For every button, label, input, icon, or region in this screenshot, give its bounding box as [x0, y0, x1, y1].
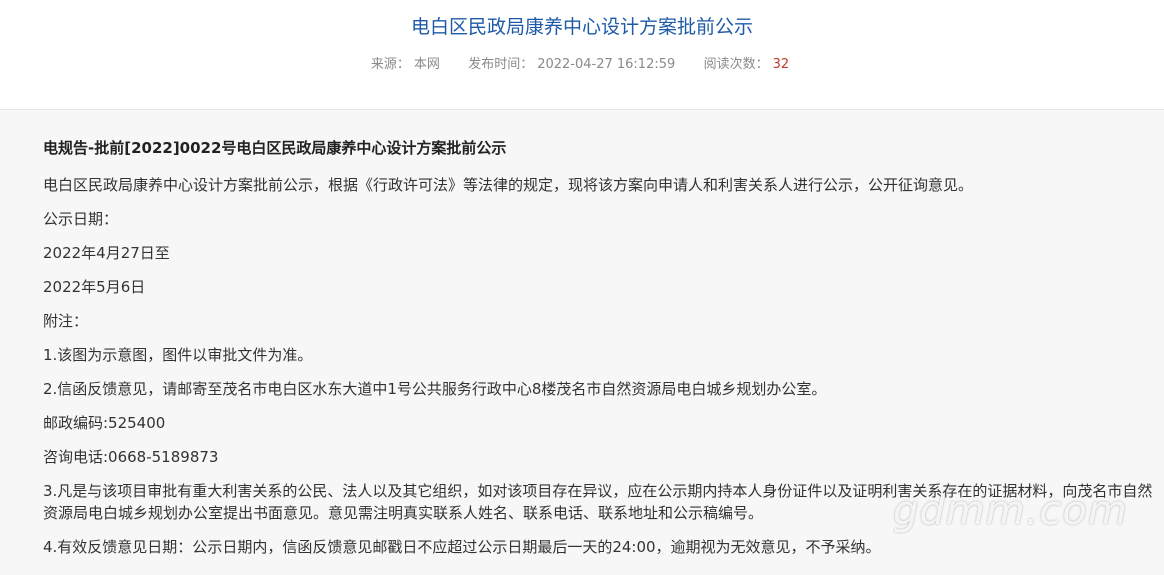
published-value: 2022-04-27 16:12:59: [537, 57, 676, 72]
article-header: 电白区民政局康养中心设计方案批前公示 来源： 本网 发布时间： 2022-04-27…: [0, 0, 1164, 110]
source-label: 来源：: [370, 57, 410, 72]
paragraph-intro: 电白区民政局康养中心设计方案批前公示，根据《行政许可法》等法律的规定，现将该方案…: [43, 176, 974, 194]
paragraph-notice-date-label: 公示日期：: [43, 210, 119, 228]
paragraph-end-date: 2022年5月6日: [43, 278, 146, 296]
paragraph-phone: 咨询电话:0668-5189873: [43, 448, 219, 466]
views-label: 阅读次数：: [703, 57, 769, 72]
article-meta: 来源： 本网 发布时间： 2022-04-27 16:12:59 阅读次数： 32: [0, 56, 1164, 74]
paragraph-start-date: 2022年4月27日至: [43, 244, 170, 262]
site-watermark: gdmm.com: [893, 488, 1128, 534]
paragraph-postcode: 邮政编码:525400: [43, 414, 166, 432]
document-heading: 电规告-批前[2022]0022号电白区民政局康养中心设计方案批前公示: [43, 139, 507, 157]
paragraph-note-4: 4.有效反馈意见日期：公示日期内，信函反馈意见邮戳日不应超过公示日期最后一天的2…: [43, 538, 881, 556]
paragraph-note-1: 1.该图为示意图，图件以审批文件为准。: [43, 346, 313, 364]
paragraph-notes-label: 附注：: [43, 312, 89, 330]
published-label: 发布时间：: [468, 57, 534, 72]
views-count: 32: [772, 57, 790, 72]
paragraph-note-2: 2.信函反馈意见，请邮寄至茂名市电白区水东大道中1号公共服务行政中心8楼茂名市自…: [43, 380, 827, 398]
page-title: 电白区民政局康养中心设计方案批前公示: [410, 16, 753, 38]
source-value: 本网: [413, 57, 440, 72]
